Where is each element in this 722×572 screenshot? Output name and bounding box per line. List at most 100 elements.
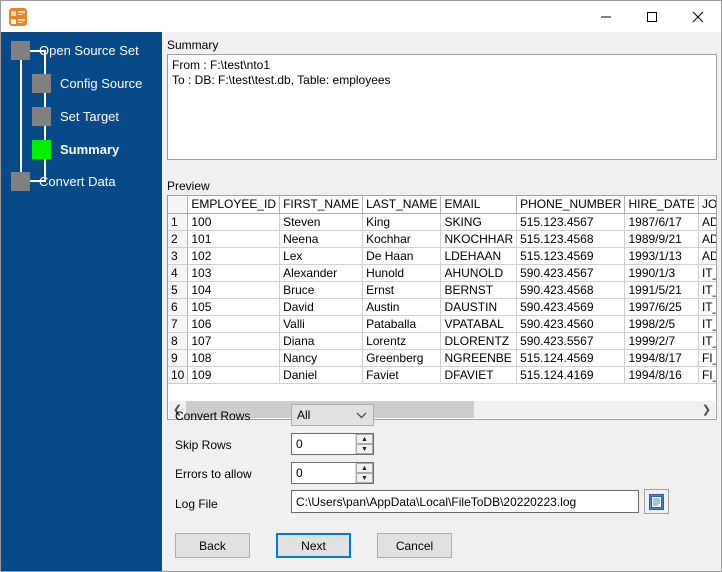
cell-job[interactable]: IT_P <box>698 315 716 333</box>
log-file-browse-button[interactable] <box>644 489 669 514</box>
column-header-employee-id[interactable]: EMPLOYEE_ID <box>187 196 281 214</box>
cell-email[interactable]: VPATABAL <box>440 315 518 333</box>
cell-email[interactable]: BERNST <box>440 281 518 299</box>
cell-hire-date[interactable]: 1994/8/16 <box>624 366 699 384</box>
errors-to-allow-value[interactable]: 0 <box>292 463 355 483</box>
cell-first-name[interactable]: Diana <box>279 332 364 350</box>
cell-employee-id[interactable]: 100 <box>187 213 281 231</box>
column-header-last-name[interactable]: LAST_NAME <box>362 196 442 214</box>
cell-email[interactable]: SKING <box>440 213 518 231</box>
scrollbar-track[interactable] <box>186 401 698 418</box>
preview-horizontal-scrollbar[interactable]: ❮ ❯ <box>169 401 715 418</box>
cell-rownum[interactable]: 8 <box>168 332 189 350</box>
sidebar-item-config-source[interactable]: Config Source <box>32 74 142 93</box>
cell-phone-number[interactable]: 590.423.4560 <box>516 315 626 333</box>
cancel-button[interactable]: Cancel <box>377 533 452 558</box>
cell-hire-date[interactable]: 1987/6/17 <box>624 213 699 231</box>
column-header-email[interactable]: EMAIL <box>440 196 518 214</box>
cell-rownum[interactable]: 3 <box>168 247 189 265</box>
cell-job[interactable]: AD_ <box>698 213 716 231</box>
cell-phone-number[interactable]: 590.423.4569 <box>516 298 626 316</box>
spin-down-icon[interactable]: ▼ <box>356 444 373 454</box>
cell-first-name[interactable]: Nancy <box>279 349 364 367</box>
cell-rownum[interactable]: 6 <box>168 298 189 316</box>
table-row[interactable]: 8 107 Diana Lorentz DLORENTZ 590.423.5567 1999… <box>168 332 716 350</box>
cell-job[interactable]: AD_ <box>698 247 716 265</box>
cell-hire-date[interactable]: 1999/2/7 <box>624 332 699 350</box>
column-header-job[interactable]: JOB_ <box>698 196 716 214</box>
column-header-hire-date[interactable]: HIRE_DATE <box>624 196 699 214</box>
cell-phone-number[interactable]: 515.123.4569 <box>516 247 626 265</box>
cell-last-name[interactable]: King <box>362 213 442 231</box>
cell-phone-number[interactable]: 515.124.4569 <box>516 349 626 367</box>
cell-rownum[interactable]: 7 <box>168 315 189 333</box>
cell-last-name[interactable]: Faviet <box>362 366 442 384</box>
column-header-phone-number[interactable]: PHONE_NUMBER <box>516 196 626 214</box>
cell-email[interactable]: LDEHAAN <box>440 247 518 265</box>
cell-last-name[interactable]: Lorentz <box>362 332 442 350</box>
cell-rownum[interactable]: 5 <box>168 281 189 299</box>
maximize-icon[interactable] <box>629 1 675 32</box>
cell-phone-number[interactable]: 515.123.4568 <box>516 230 626 248</box>
cell-first-name[interactable]: Bruce <box>279 281 364 299</box>
cell-first-name[interactable]: Daniel <box>279 366 364 384</box>
table-row[interactable]: 2 101 Neena Kochhar NKOCHHAR 515.123.4568 1989… <box>168 230 716 248</box>
cell-email[interactable]: AHUNOLD <box>440 264 518 282</box>
cell-phone-number[interactable]: 590.423.4568 <box>516 281 626 299</box>
back-button[interactable]: Back <box>175 533 250 558</box>
cell-first-name[interactable]: Valli <box>279 315 364 333</box>
table-row[interactable]: 5 104 Bruce Ernst BERNST 590.423.4568 1991/5/2… <box>168 281 716 299</box>
cell-first-name[interactable]: Alexander <box>279 264 364 282</box>
cell-last-name[interactable]: Pataballa <box>362 315 442 333</box>
cell-last-name[interactable]: Austin <box>362 298 442 316</box>
cell-hire-date[interactable]: 1997/6/25 <box>624 298 699 316</box>
table-row[interactable]: 3 102 Lex De Haan LDEHAAN 515.123.4569 1993/1/… <box>168 247 716 265</box>
cell-employee-id[interactable]: 108 <box>187 349 281 367</box>
spin-up-icon[interactable]: ▲ <box>356 463 373 473</box>
cell-hire-date[interactable]: 1998/2/5 <box>624 315 699 333</box>
cell-rownum[interactable]: 1 <box>168 213 189 231</box>
table-row[interactable]: 6 105 David Austin DAUSTIN 590.423.4569 1997/6… <box>168 298 716 316</box>
sidebar-item-set-target[interactable]: Set Target <box>32 107 119 126</box>
close-icon[interactable] <box>675 1 721 32</box>
log-file-input[interactable]: C:\Users\pan\AppData\Local\FileToDB\2022… <box>291 490 639 513</box>
cell-email[interactable]: NKOCHHAR <box>440 230 518 248</box>
cell-last-name[interactable]: Hunold <box>362 264 442 282</box>
scroll-right-icon[interactable]: ❯ <box>698 401 715 418</box>
preview-grid-wrapper[interactable]: EMPLOYEE_ID FIRST_NAME LAST_NAME EMAIL P… <box>168 196 716 419</box>
cell-job[interactable]: IT_P <box>698 264 716 282</box>
cell-email[interactable]: DFAVIET <box>440 366 518 384</box>
spin-down-icon[interactable]: ▼ <box>356 473 373 483</box>
cell-email[interactable]: NGREENBE <box>440 349 518 367</box>
cell-first-name[interactable]: Lex <box>279 247 364 265</box>
cell-rownum[interactable]: 4 <box>168 264 189 282</box>
spin-up-icon[interactable]: ▲ <box>356 434 373 444</box>
sidebar-item-convert-data[interactable]: Convert Data <box>11 172 116 191</box>
cell-employee-id[interactable]: 103 <box>187 264 281 282</box>
cell-job[interactable]: FI_M <box>698 349 716 367</box>
cell-rownum[interactable]: 9 <box>168 349 189 367</box>
cell-job[interactable]: FI_A <box>698 366 716 384</box>
minimize-icon[interactable] <box>583 1 629 32</box>
cell-employee-id[interactable]: 104 <box>187 281 281 299</box>
skip-rows-value[interactable]: 0 <box>292 434 355 454</box>
table-row[interactable]: 7 106 Valli Pataballa VPATABAL 590.423.4560 19… <box>168 315 716 333</box>
cell-phone-number[interactable]: 515.124.4169 <box>516 366 626 384</box>
cell-rownum[interactable]: 10 <box>168 366 189 384</box>
cell-job[interactable]: AD_ <box>698 230 716 248</box>
cell-email[interactable]: DAUSTIN <box>440 298 518 316</box>
column-header-first-name[interactable]: FIRST_NAME <box>279 196 364 214</box>
cell-last-name[interactable]: Ernst <box>362 281 442 299</box>
cell-first-name[interactable]: Neena <box>279 230 364 248</box>
cell-job[interactable]: IT_P <box>698 332 716 350</box>
cell-first-name[interactable]: David <box>279 298 364 316</box>
cell-last-name[interactable]: De Haan <box>362 247 442 265</box>
cell-phone-number[interactable]: 515.123.4567 <box>516 213 626 231</box>
table-row[interactable]: 4 103 Alexander Hunold AHUNOLD 590.423.4567 19… <box>168 264 716 282</box>
cell-last-name[interactable]: Greenberg <box>362 349 442 367</box>
cell-phone-number[interactable]: 590.423.4567 <box>516 264 626 282</box>
errors-to-allow-stepper[interactable]: 0 ▲ ▼ <box>291 462 374 484</box>
convert-rows-select[interactable]: All <box>291 404 374 426</box>
cell-hire-date[interactable]: 1989/9/21 <box>624 230 699 248</box>
cell-employee-id[interactable]: 102 <box>187 247 281 265</box>
